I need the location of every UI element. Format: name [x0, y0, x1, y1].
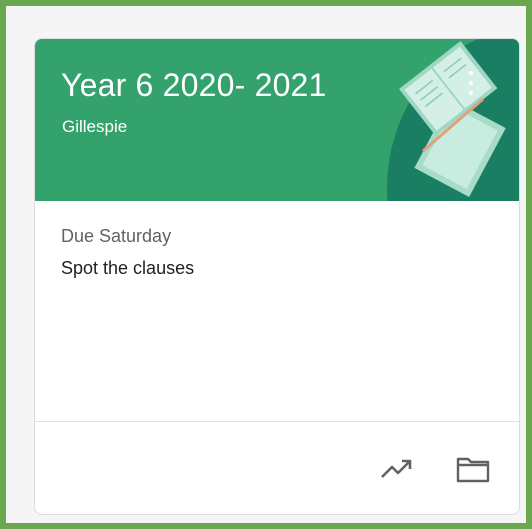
class-card: Year 6 2020- 2021 Gillespie Due Saturday…	[34, 38, 520, 515]
teacher-name: Gillespie	[62, 117, 128, 136]
due-date-label: Due Saturday	[61, 226, 172, 246]
highlight-frame: Year 6 2020- 2021 Gillespie Due Saturday…	[0, 0, 532, 529]
books-illustration	[387, 39, 519, 201]
trending-up-icon	[381, 459, 412, 478]
open-gradebook-button[interactable]	[377, 451, 417, 487]
open-folder-button[interactable]	[453, 451, 493, 487]
class-title[interactable]: Year 6 2020- 2021	[61, 67, 327, 104]
class-card-banner: Year 6 2020- 2021 Gillespie	[35, 39, 519, 201]
assignment-link[interactable]: Spot the clauses	[61, 258, 194, 279]
footer-divider	[35, 421, 519, 422]
more-options-button[interactable]	[459, 69, 483, 99]
folder-icon	[456, 457, 490, 483]
